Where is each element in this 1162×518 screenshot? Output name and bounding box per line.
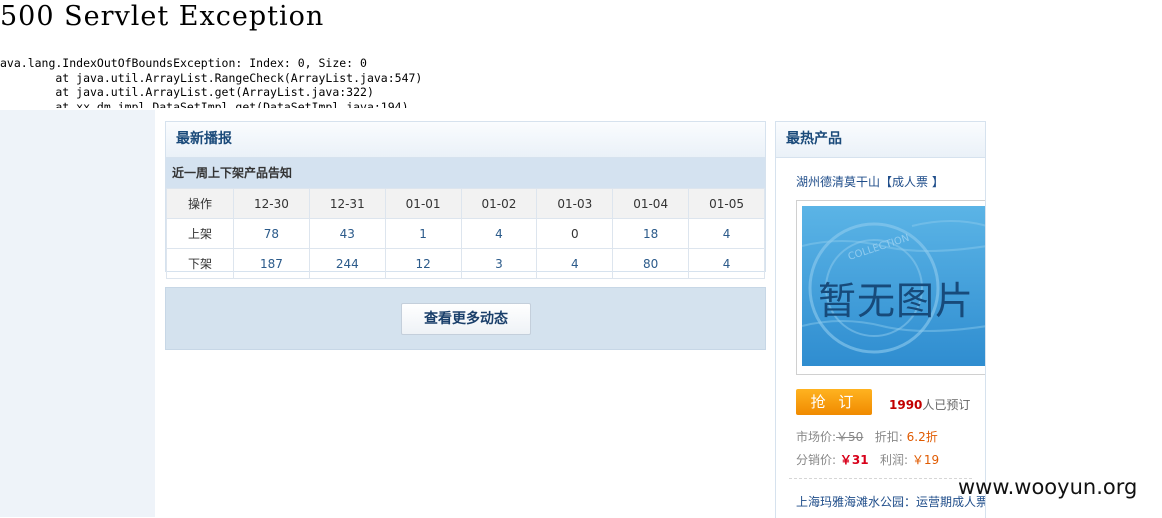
table-cell-link[interactable]: 4	[688, 248, 765, 279]
row-label: 下架	[166, 248, 234, 279]
table-header-cell: 01-04	[612, 188, 690, 219]
listing-stats-table: 操作 12-30 12-31 01-01 01-02 01-03 01-04 0…	[166, 188, 765, 279]
error-title: 500 Servlet Exception	[0, 1, 325, 32]
table-cell: 0	[536, 218, 614, 249]
market-price: ￥50	[836, 430, 864, 444]
watermark-text: www.wooyun.org	[958, 475, 1138, 499]
no-image-placeholder: COLLECTION 暂无图片	[802, 206, 985, 366]
table-cell-link[interactable]: 4	[460, 218, 538, 249]
table-cell-link[interactable]: 1	[384, 218, 462, 249]
more-news-button[interactable]: 查看更多动态	[401, 303, 531, 335]
table-cell-link[interactable]: 187	[233, 248, 310, 279]
table-cell-link[interactable]: 18	[612, 218, 690, 249]
more-news-bar: 查看更多动态	[165, 287, 766, 350]
stack-trace: ava.lang.IndexOutOfBoundsException: Inde…	[0, 56, 423, 108]
profit-value: ￥19	[911, 453, 940, 467]
table-header-cell: 01-05	[688, 188, 765, 219]
booked-suffix: 人已预订	[922, 398, 971, 412]
hot-products-panel: 最热产品 湖州德清莫干山【成人票 】 COLLECTION 暂无图片 抢 订 1…	[775, 121, 986, 518]
hot-products-title: 最热产品	[776, 122, 985, 158]
table-header-cell: 01-03	[536, 188, 614, 219]
table-header-cell: 01-01	[384, 188, 462, 219]
sale-price-label: 分销价:	[796, 453, 837, 467]
book-now-button[interactable]: 抢 订	[796, 389, 872, 415]
weekly-notice-subtitle: 近一周上下架产品告知	[166, 158, 765, 188]
left-sidebar	[0, 110, 155, 517]
product-image[interactable]: COLLECTION 暂无图片	[796, 200, 985, 375]
table-cell-link[interactable]: 244	[308, 248, 386, 279]
product-link[interactable]: 湖州德清莫干山【成人票 】	[796, 173, 944, 190]
row-label: 上架	[166, 218, 234, 249]
table-cell-link[interactable]: 3	[460, 248, 538, 279]
table-cell-link[interactable]: 4	[536, 248, 614, 279]
price-row-market: 市场价:￥50 折扣: 6.2折	[796, 428, 938, 445]
table-row: 下架 187 244 12 3 4 80 4	[166, 248, 765, 279]
discount-label: 折扣:	[874, 430, 903, 444]
table-header-cell: 操作	[166, 188, 234, 219]
news-panel: 最新播报 近一周上下架产品告知 操作 12-30 12-31 01-01 01-…	[165, 121, 766, 279]
table-cell-link[interactable]: 43	[308, 218, 386, 249]
news-title: 最新播报	[166, 122, 765, 158]
profit-label: 利润:	[880, 453, 909, 467]
table-header-cell: 01-02	[460, 188, 538, 219]
no-image-text: 暂无图片	[818, 279, 975, 323]
booked-number: 1990	[889, 398, 923, 412]
table-cell-link[interactable]: 80	[612, 248, 690, 279]
table-header-cell: 12-30	[233, 188, 310, 219]
sale-price: ￥31	[839, 453, 869, 467]
table-header-row: 操作 12-30 12-31 01-01 01-02 01-03 01-04 0…	[166, 188, 765, 219]
table-cell-link[interactable]: 78	[233, 218, 310, 249]
price-row-sale: 分销价: ￥31 利润: ￥19	[796, 451, 939, 468]
table-header-cell: 12-31	[308, 188, 386, 219]
discount-value: 6.2折	[906, 430, 938, 444]
booked-count: 1990人已预订	[889, 396, 970, 413]
table-cell-link[interactable]: 12	[384, 248, 462, 279]
table-cell-link[interactable]: 4	[688, 218, 765, 249]
market-price-label: 市场价:	[796, 430, 837, 444]
divider	[789, 478, 972, 479]
table-row: 上架 78 43 1 4 0 18 4	[166, 218, 765, 249]
